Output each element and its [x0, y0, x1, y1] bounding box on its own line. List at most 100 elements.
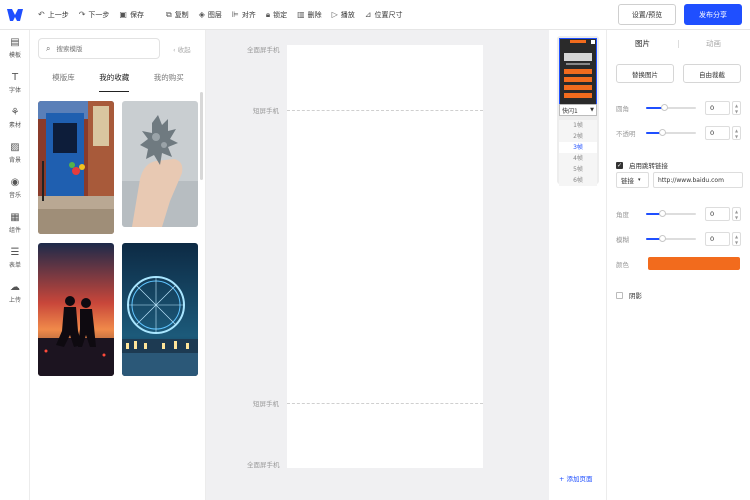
label-short-screen-bottom: 短屏手机 [253, 400, 279, 408]
door-image [38, 101, 114, 234]
collapse-button[interactable]: ‹ 收起 [173, 44, 191, 54]
blur-slider[interactable] [646, 234, 696, 244]
page-list: 1帧 2帧 3帧 4帧 5帧 6帧 [559, 120, 597, 186]
page-item-active[interactable]: 3帧 [559, 142, 597, 153]
blur-row: 模糊 0 ▲ ▼ [616, 231, 744, 247]
template-thumbnail-sunset[interactable] [38, 243, 114, 376]
left-rail: ▤ 模板 T 字体 ⚘ 素材 ▨ 背景 ◉ 音乐 ▦ 组件 ☰ 表单 ☁ 上传 [0, 30, 30, 500]
material-icon: ⚘ [10, 106, 20, 118]
radius-row: 圆角 0 ▲ ▼ [616, 100, 744, 116]
angle-stepper[interactable]: ▲ ▼ [732, 207, 741, 221]
rail-item-background[interactable]: ▨ 背景 [0, 135, 30, 170]
trash-icon: ▥ [297, 10, 305, 19]
rail-item-font[interactable]: T 字体 [0, 65, 30, 100]
template-thumbnail-door[interactable] [38, 101, 114, 234]
frame-select[interactable]: 快闪1 ▼ [559, 104, 597, 116]
opacity-slider[interactable] [646, 128, 696, 138]
redo-button[interactable]: ↷ 下一步 [79, 0, 110, 30]
search-input[interactable] [56, 44, 147, 53]
properties-tabs: 图片 动画 [607, 38, 750, 49]
music-icon: ◉ [10, 176, 20, 188]
ruler-icon: ⊿ [364, 10, 372, 19]
page-item[interactable]: 1帧 [559, 120, 597, 131]
play-button[interactable]: ▷ 播放 [332, 0, 355, 30]
page-strip-group: 快闪1 ▼ 1帧 2帧 3帧 4帧 5帧 6帧 [557, 36, 599, 186]
delete-button[interactable]: ▥ 删除 [297, 0, 322, 30]
angle-row: 角度 0 ▲ ▼ [616, 206, 744, 222]
tab-my-favorites[interactable]: 我的收藏 [99, 72, 130, 92]
angle-input[interactable]: 0 [705, 207, 730, 221]
label-full-screen-top: 全面屏手机 [247, 46, 280, 54]
blur-input[interactable]: 0 [705, 232, 730, 246]
label-short-screen-top: 短屏手机 [253, 107, 279, 115]
add-page-button[interactable]: + 添加页面 [559, 473, 593, 483]
form-icon: ☰ [10, 246, 20, 258]
page-thumbnail[interactable] [559, 38, 597, 108]
layer-icon: ◈ [198, 10, 205, 19]
template-thumbnail-leaf[interactable] [122, 101, 198, 227]
color-swatch[interactable] [648, 257, 740, 270]
blur-stepper[interactable]: ▲ ▼ [732, 232, 741, 246]
ferris-wheel-image [122, 243, 198, 376]
settings-preview-button[interactable]: 设置/预览 [618, 4, 676, 25]
radius-stepper[interactable]: ▲ ▼ [732, 101, 741, 115]
template-icon: ▤ [10, 36, 20, 48]
link-url-input[interactable]: http://www.baidu.com [653, 172, 743, 188]
tab-image[interactable]: 图片 [607, 38, 678, 49]
align-button[interactable]: ⊫ 对齐 [232, 0, 256, 30]
tab-my-purchases[interactable]: 我的购买 [154, 72, 184, 92]
rail-item-component[interactable]: ▦ 组件 [0, 205, 30, 240]
page-item[interactable]: 6帧 [559, 175, 597, 186]
upload-icon: ☁ [10, 281, 20, 293]
chevron-down-icon: ▼ [590, 107, 594, 113]
properties-panel: 图片 动画 替换图片 自由裁截 圆角 0 ▲ ▼ 不透明 0 ▲ ▼ ✓ 启用跳转链… [607, 30, 750, 500]
checkbox-unchecked-icon [616, 291, 623, 299]
position-size-button[interactable]: ⊿ 位置尺寸 [365, 0, 403, 30]
rail-item-music[interactable]: ◉ 音乐 [0, 170, 30, 205]
lock-button[interactable]: 🔒︎ 锁定 [266, 0, 287, 30]
lock-icon: 🔒︎ [265, 9, 271, 19]
app-logo[interactable] [0, 0, 30, 30]
shadow-checkbox[interactable]: 阴影 [616, 290, 642, 300]
free-crop-button[interactable]: 自由裁截 [683, 64, 741, 83]
rail-item-upload[interactable]: ☁ 上传 [0, 275, 30, 310]
align-icon: ⊫ [231, 10, 239, 19]
rail-item-material[interactable]: ⚘ 素材 [0, 100, 30, 135]
radius-input[interactable]: 0 [705, 101, 730, 115]
save-button[interactable]: ▣ 保存 [119, 0, 144, 30]
page-strip: 快闪1 ▼ 1帧 2帧 3帧 4帧 5帧 6帧 + 添加页面 [549, 30, 607, 500]
undo-button[interactable]: ↶ 上一步 [38, 0, 69, 30]
leaf-image [122, 101, 198, 227]
logo-icon [7, 8, 23, 21]
template-panel: ⌕ ‹ 收起 模版库 我的收藏 我的购买 [30, 30, 206, 500]
search-box: ⌕ [38, 38, 160, 59]
publish-share-button[interactable]: 发布分享 [684, 4, 742, 25]
layer-button[interactable]: ◈ 图层 [199, 0, 222, 30]
page-item[interactable]: 5帧 [559, 164, 597, 175]
rail-item-template[interactable]: ▤ 模板 [0, 30, 30, 65]
page-item[interactable]: 4帧 [559, 153, 597, 164]
copy-button[interactable]: ⧉ 复制 [166, 0, 189, 30]
redo-icon: ↷ [78, 10, 86, 19]
tab-divider [678, 40, 679, 48]
radius-slider[interactable] [646, 103, 696, 113]
link-type-select[interactable]: 链接 ▾ [616, 172, 649, 188]
background-icon: ▨ [10, 141, 20, 153]
opacity-input[interactable]: 0 [705, 126, 730, 140]
undo-icon: ↶ [38, 10, 45, 19]
component-icon: ▦ [10, 211, 20, 223]
rail-item-form[interactable]: ☰ 表单 [0, 240, 30, 275]
opacity-stepper[interactable]: ▲ ▼ [732, 126, 741, 140]
replace-image-button[interactable]: 替换图片 [616, 64, 674, 83]
template-thumbnail-ferris-wheel[interactable] [122, 243, 198, 376]
tab-animation[interactable]: 动画 [678, 38, 749, 49]
angle-slider[interactable] [646, 209, 696, 219]
enable-link-checkbox[interactable]: ✓ 启用跳转链接 [616, 160, 668, 170]
opacity-row: 不透明 0 ▲ ▼ [616, 125, 744, 141]
artboard[interactable] [287, 45, 483, 468]
tab-template-library[interactable]: 模版库 [52, 72, 75, 92]
label-full-screen-bottom: 全面屏手机 [247, 461, 280, 469]
page-item[interactable]: 2帧 [559, 131, 597, 142]
search-icon: ⌕ [46, 43, 51, 53]
panel-scrollbar[interactable] [200, 92, 203, 180]
